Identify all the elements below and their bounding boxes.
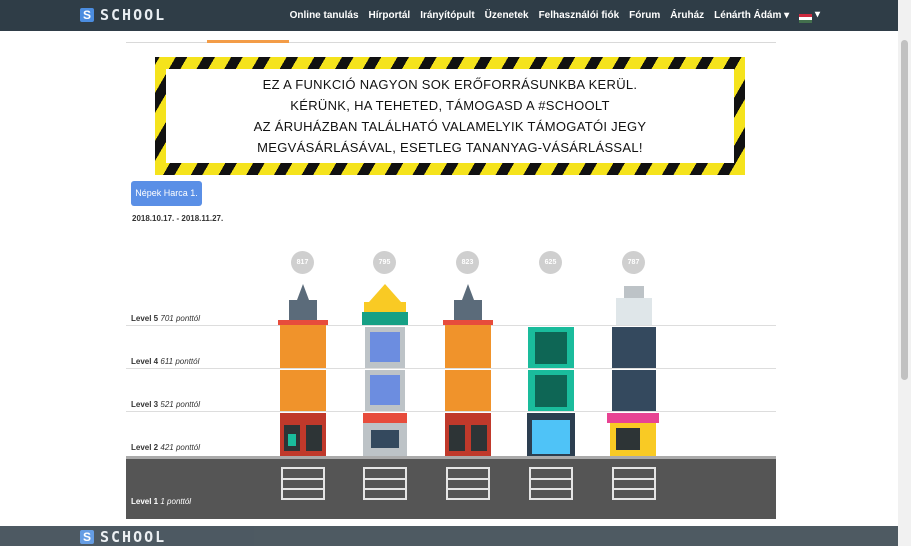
vertical-scrollbar[interactable]: [898, 0, 911, 546]
buildings-illustration: [278, 284, 659, 456]
building-5: [607, 286, 659, 456]
building-1: [278, 284, 328, 456]
building-2: [362, 284, 408, 456]
building-3: [443, 284, 493, 456]
empty-floor: [363, 467, 407, 500]
logo: S SCHOOL: [80, 528, 166, 546]
duplicate-navbar-frame: S SCHOOL: [0, 526, 898, 546]
logo-text: SCHOOL: [100, 528, 167, 546]
building-4: [527, 327, 575, 456]
empty-floor: [612, 467, 656, 500]
empty-floor: [529, 467, 573, 500]
empty-floor: [446, 467, 490, 500]
scrollbar-thumb[interactable]: [901, 40, 908, 380]
logo-mark: S: [80, 530, 94, 544]
empty-floor: [281, 467, 325, 500]
